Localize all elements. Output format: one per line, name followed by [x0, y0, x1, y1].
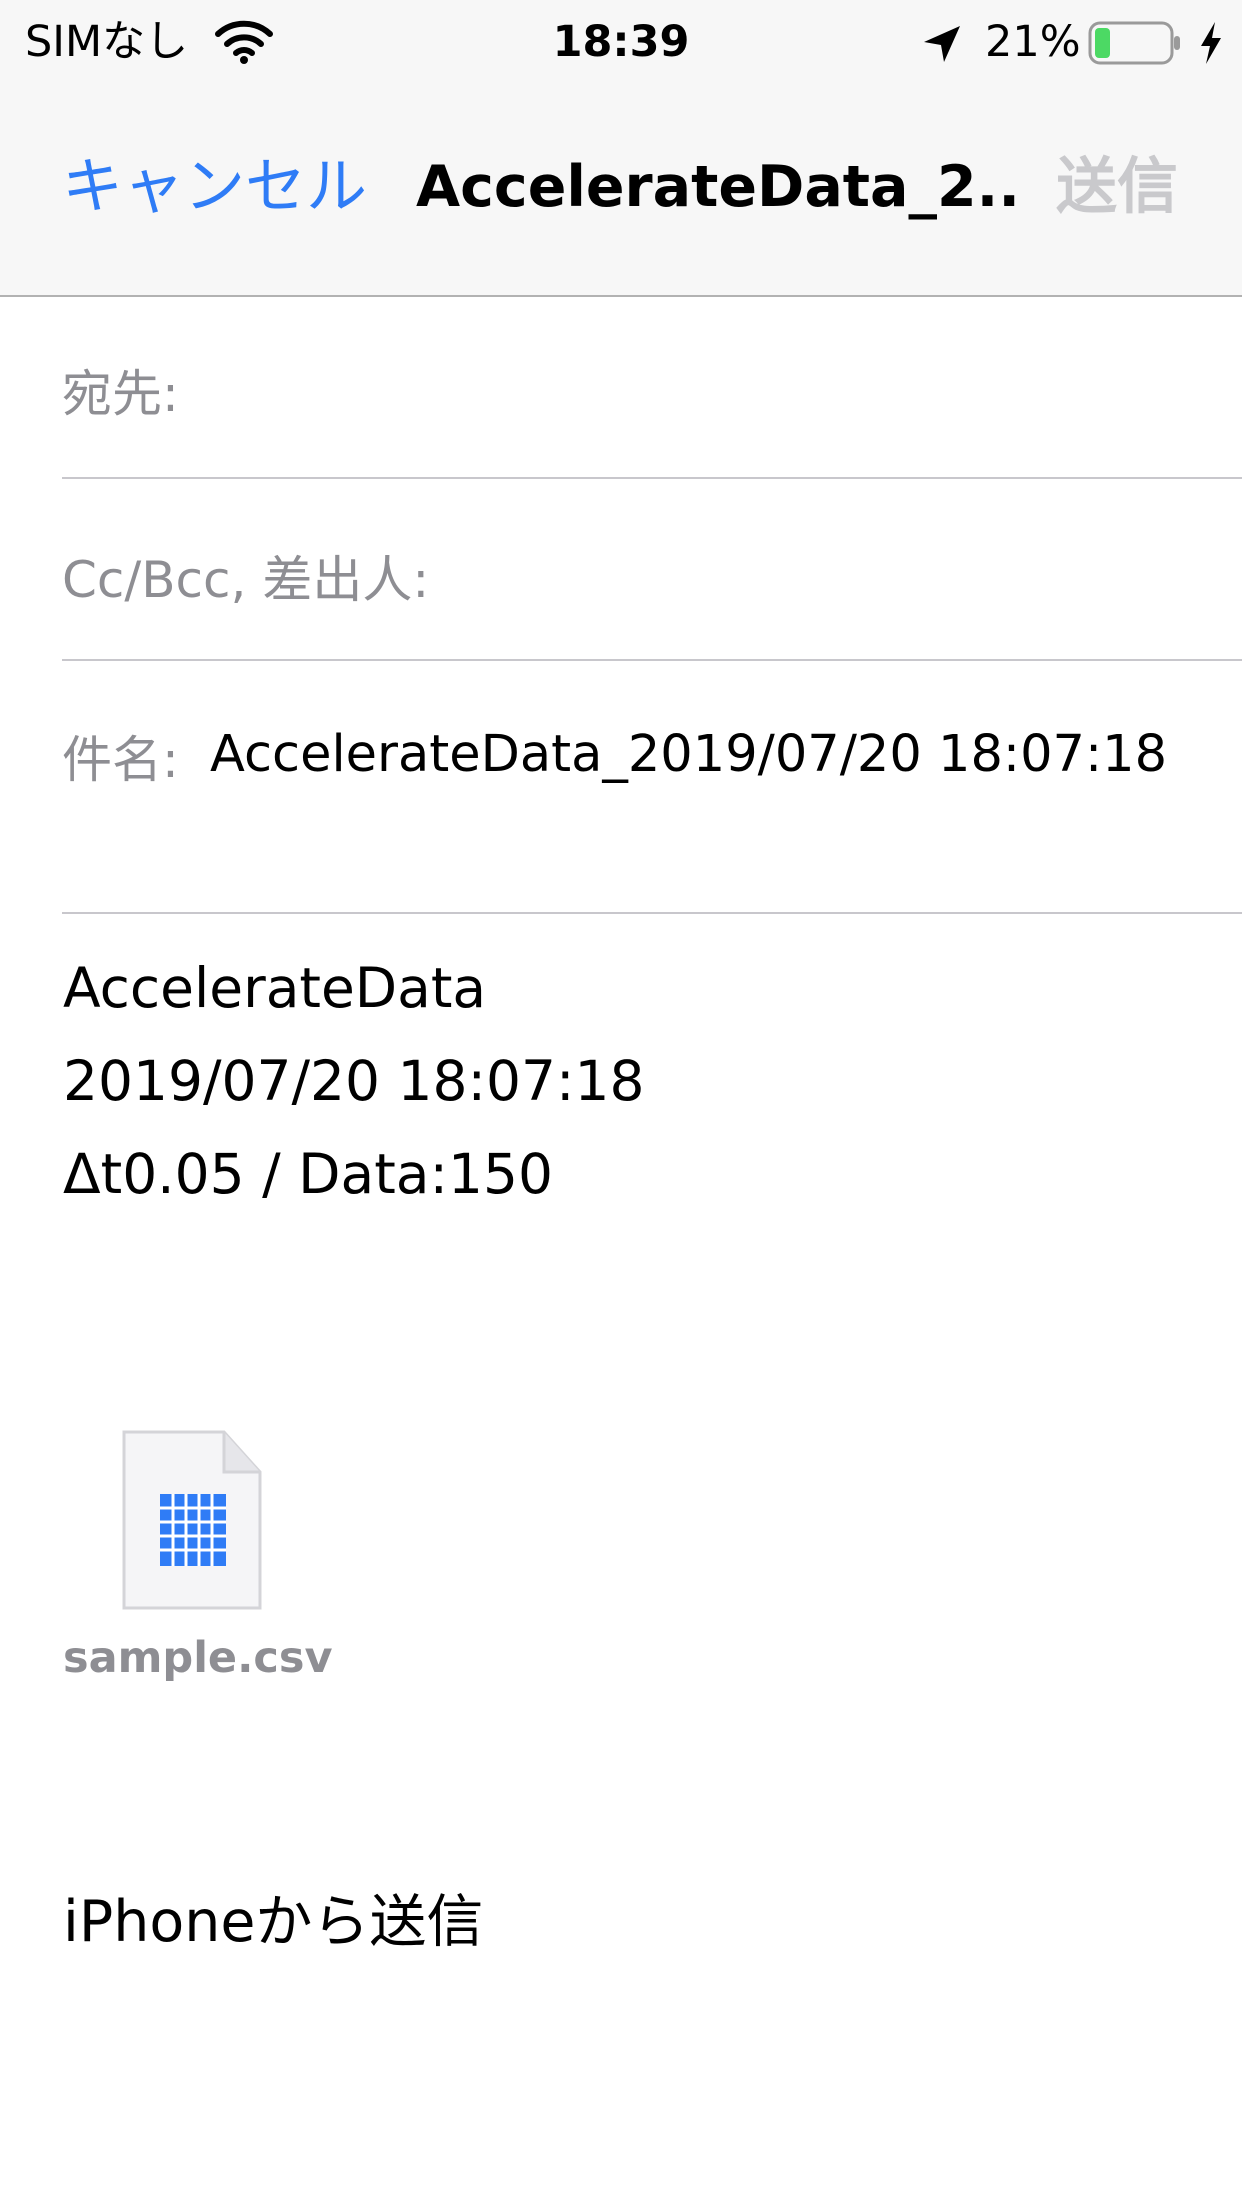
location-arrow-icon — [924, 26, 960, 62]
subject-field-label: 件名: — [62, 731, 179, 789]
mail-compose-screen: SIMなし 18:39 21% キャンセル AccelerateData_2..… — [0, 0, 1242, 2208]
send-button[interactable]: 送信 — [1056, 145, 1178, 229]
divider — [62, 659, 1242, 661]
spreadsheet-icon[interactable] — [120, 1428, 264, 1612]
charging-bolt-icon — [1201, 22, 1221, 64]
subject-input[interactable]: AccelerateData_2019/07/20 18:07:18 — [210, 720, 1170, 790]
to-field-label[interactable]: 宛先: — [62, 354, 179, 426]
body-line-title[interactable]: AccelerateData — [63, 943, 486, 1033]
cc-bcc-field-label[interactable]: Cc/Bcc, 差出人: — [62, 540, 429, 612]
body-line-datetime[interactable]: 2019/07/20 18:07:18 — [63, 1036, 645, 1126]
battery-percent: 21% — [985, 17, 1081, 67]
cancel-button[interactable]: キャンセル — [62, 145, 367, 229]
divider — [62, 912, 1242, 914]
attachment-filename[interactable]: sample.csv — [63, 1633, 333, 1683]
battery-icon — [1088, 21, 1180, 65]
divider — [62, 477, 1242, 479]
top-bar: SIMなし 18:39 21% キャンセル AccelerateData_2..… — [0, 0, 1242, 297]
signature-text[interactable]: iPhoneから送信 — [63, 1877, 483, 1967]
compose-title: AccelerateData_2... — [416, 154, 1016, 220]
body-line-info[interactable]: Δt0.05 / Data:150 — [63, 1129, 553, 1219]
